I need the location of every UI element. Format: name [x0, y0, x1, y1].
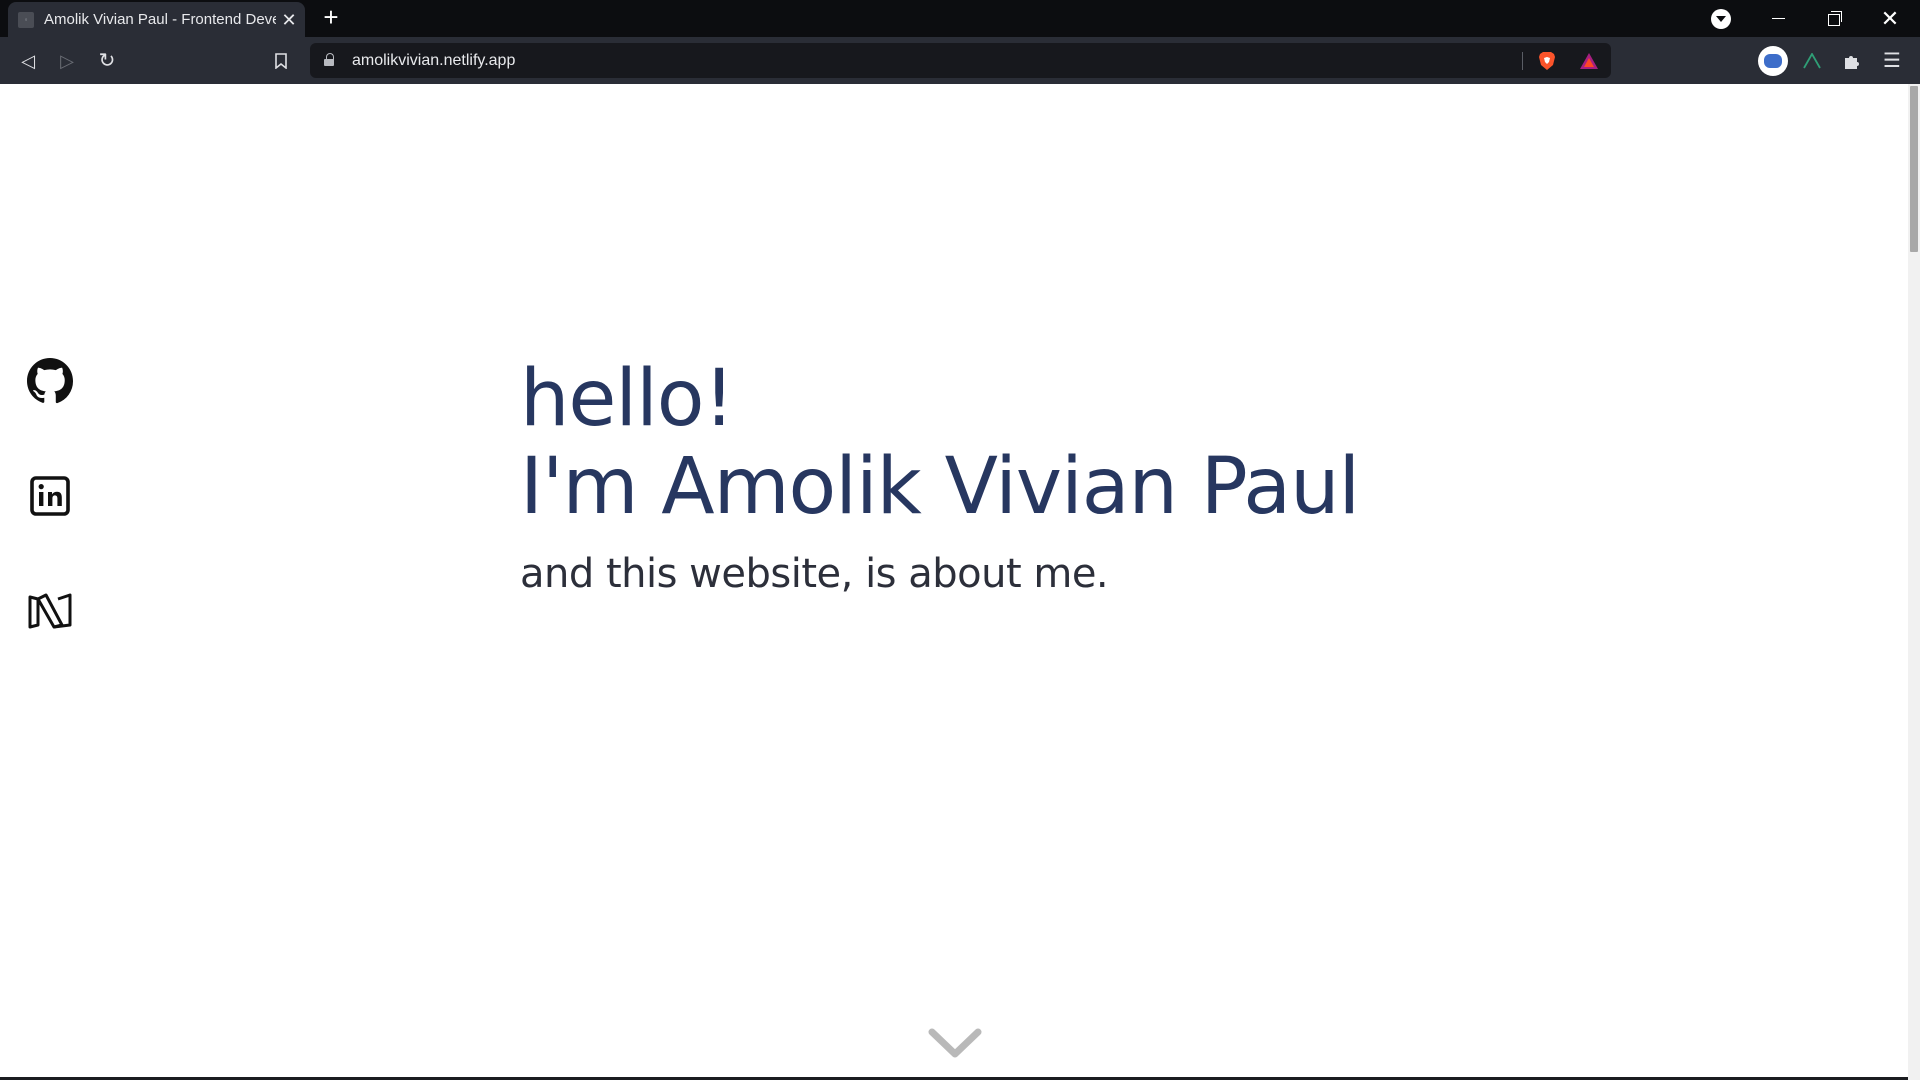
- medium-icon[interactable]: [26, 587, 74, 635]
- new-tab-button[interactable]: +: [318, 4, 344, 31]
- bookmark-icon[interactable]: [267, 47, 295, 75]
- browser-toolbar: ◁ ▷ ↻ amolikvivian.netlify.app ☰: [0, 37, 1920, 84]
- vertical-scrollbar[interactable]: [1908, 84, 1920, 1080]
- brave-shield-icon[interactable]: [1536, 50, 1558, 72]
- profile-extension-icon[interactable]: [1758, 46, 1788, 76]
- linkedin-icon[interactable]: [26, 472, 74, 520]
- restore-button[interactable]: [1806, 0, 1862, 37]
- hero-tagline: and this website, is about me.: [520, 551, 1109, 597]
- hamburger-menu-icon[interactable]: ☰: [1878, 47, 1906, 75]
- lock-icon[interactable]: [324, 53, 334, 67]
- page-favicon-icon: ◦: [18, 12, 34, 28]
- vue-devtools-icon[interactable]: [1798, 47, 1826, 75]
- tab-search-icon[interactable]: [1711, 9, 1731, 29]
- chevron-down-icon[interactable]: [927, 1024, 983, 1064]
- hero-section: hello! I'm Amolik Vivian Paul and this w…: [520, 355, 1620, 599]
- tab-strip: ◦ Amolik Vivian Paul - Frontend Develope…: [0, 0, 1920, 37]
- tab-title: Amolik Vivian Paul - Frontend Developer: [44, 11, 276, 28]
- window-close-button[interactable]: ✕: [1862, 0, 1918, 37]
- github-icon[interactable]: [26, 357, 74, 405]
- reload-icon[interactable]: ↻: [93, 47, 121, 75]
- scrollbar-thumb[interactable]: [1910, 86, 1918, 252]
- hero-name: I'm Amolik Vivian Paul: [520, 442, 1360, 532]
- forward-icon[interactable]: ▷: [53, 47, 81, 75]
- url-text[interactable]: amolikvivian.netlify.app: [352, 43, 515, 78]
- address-bar-divider: [1522, 52, 1523, 70]
- tab-close-icon[interactable]: ✕: [279, 10, 299, 30]
- brave-rewards-icon[interactable]: [1578, 50, 1600, 72]
- minimize-button[interactable]: [1750, 0, 1806, 37]
- browser-tab[interactable]: ◦ Amolik Vivian Paul - Frontend Develope…: [8, 2, 305, 37]
- address-bar[interactable]: amolikvivian.netlify.app: [310, 43, 1611, 78]
- puzzle-extensions-icon[interactable]: [1838, 47, 1866, 75]
- hero-greeting: hello!: [520, 354, 735, 444]
- back-icon[interactable]: ◁: [14, 47, 42, 75]
